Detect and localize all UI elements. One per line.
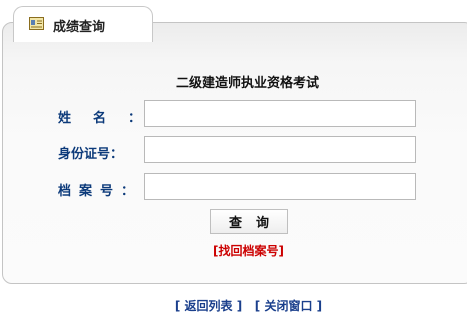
archive-number-label: 档案号： <box>58 180 136 199</box>
exam-title: 二级建造师执业资格考试 <box>175 76 319 91</box>
query-button[interactable]: 查询 <box>210 209 288 234</box>
id-card-icon <box>29 17 44 30</box>
id-number-label: 身份证号： <box>58 147 124 162</box>
name-input[interactable] <box>144 100 416 127</box>
footer-spacer <box>246 299 250 313</box>
name-label: 姓名： <box>58 107 141 126</box>
footer-links: [ 返回列表 ] [ 关闭窗口 ] <box>0 297 467 314</box>
back-to-list-link[interactable]: [ 返回列表 ] <box>175 299 242 313</box>
close-window-link[interactable]: [ 关闭窗口 ] <box>255 299 322 313</box>
id-number-input[interactable] <box>144 136 416 163</box>
recover-archive-link[interactable]: [找回档案号] <box>0 242 467 259</box>
archive-number-input[interactable] <box>144 173 416 200</box>
tab-score-query[interactable]: 成绩查询 <box>13 6 153 42</box>
tab-title: 成绩查询 <box>53 20 106 35</box>
archive-number-label-text: 档案号： <box>58 184 143 199</box>
